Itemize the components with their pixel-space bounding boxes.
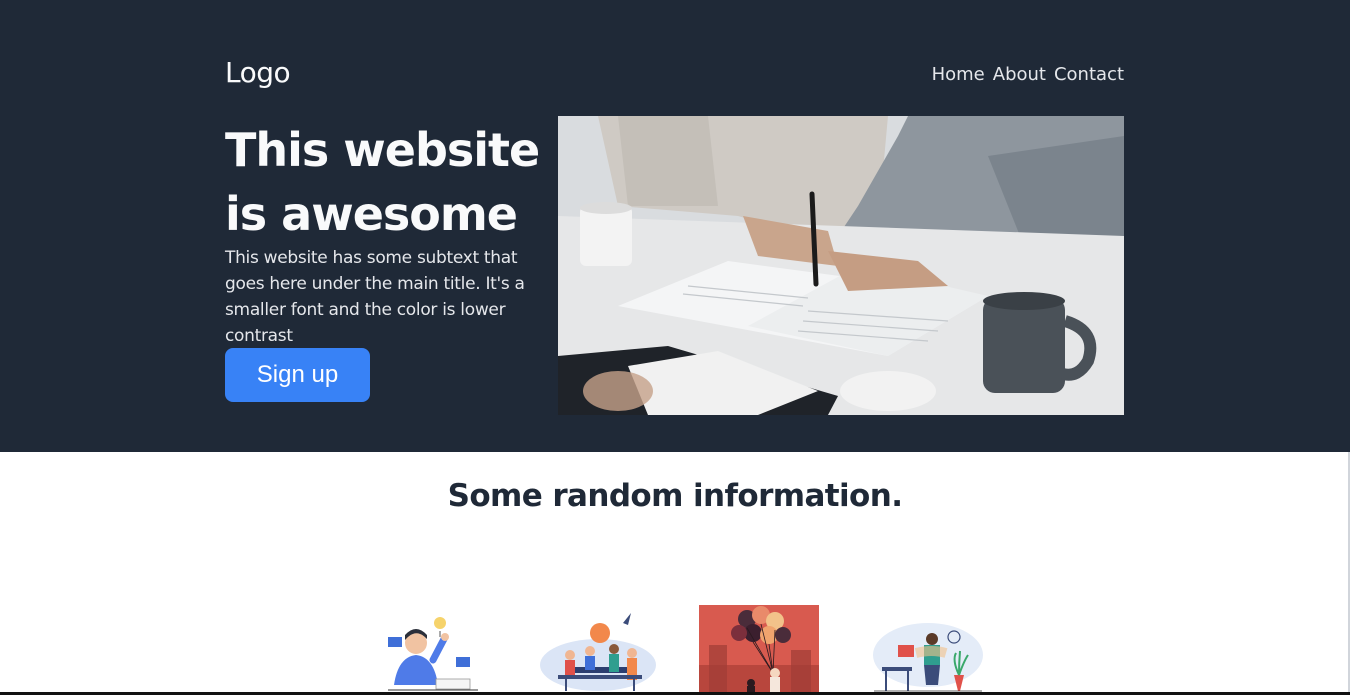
nav-about-link[interactable]: About <box>993 64 1046 85</box>
logo[interactable]: Logo <box>225 56 291 89</box>
illustration-balloons <box>699 605 819 695</box>
illustration-team-meeting <box>538 605 658 695</box>
signup-button[interactable]: Sign up <box>225 348 370 402</box>
hero-title: This website is awesome <box>225 123 540 241</box>
nav-contact-link[interactable]: Contact <box>1054 64 1124 85</box>
info-section-title: Some random information. <box>447 478 903 514</box>
hero-subtext: This website has some subtext that goes … <box>225 248 525 346</box>
hero-image <box>558 116 1124 415</box>
hero-section: Logo Home About Contact This website is … <box>0 0 1350 452</box>
nav-home-link[interactable]: Home <box>932 64 985 85</box>
main-nav: Home About Contact <box>932 64 1124 85</box>
illustration-remote-work <box>868 605 988 695</box>
illustration-idea-person <box>378 605 498 695</box>
